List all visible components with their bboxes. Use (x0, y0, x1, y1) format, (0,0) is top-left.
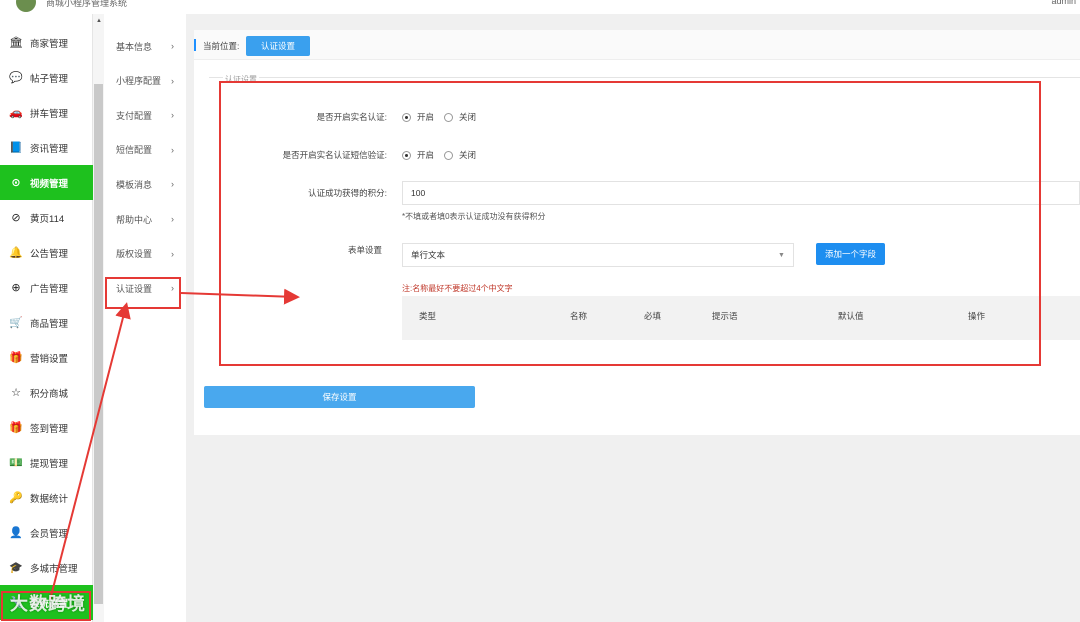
subnav-item-3[interactable]: 短信配置 › (104, 133, 186, 167)
subnav-item-label: 版权设置 (116, 249, 153, 260)
subnav-item-6[interactable]: 版权设置 › (104, 237, 186, 271)
user-name[interactable]: admin (1051, 0, 1076, 6)
sidebar-item-9[interactable]: 🎁 营销设置 (0, 340, 93, 375)
sidebar-item-1[interactable]: 💬 帖子管理 (0, 60, 93, 95)
lifebuoy-icon: ⊕ (11, 282, 21, 294)
sidebar-item-label: 商家管理 (30, 38, 69, 50)
annotation-subnav-box (105, 277, 181, 309)
bank-icon: 🏛 (9, 37, 23, 49)
chevron-right-icon: › (171, 110, 174, 121)
sidebar-item-label: 广告管理 (30, 283, 69, 295)
subnav-item-1[interactable]: 小程序配置 › (104, 64, 186, 98)
star-icon: ☆ (11, 387, 21, 399)
subnav-item-label: 支付配置 (116, 110, 153, 121)
money-icon: 💵 (9, 457, 23, 469)
gift-icon: 🎁 (9, 352, 23, 364)
sidebar-item-label: 视频管理 (30, 178, 69, 190)
sidebar-item-label: 提现管理 (30, 458, 69, 470)
compass-icon: ⊙ (11, 177, 21, 189)
sidebar-item-12[interactable]: 💵 提现管理 (0, 445, 93, 480)
scroll-thumb[interactable] (94, 84, 103, 604)
sidebar: 🏛 商家管理 💬 帖子管理 🚗 拼车管理 📘 资讯管理 ⊙ 视频管理 ⊘ 黄页114 🔔 公告管理 ⊕ 广告管… (0, 14, 93, 622)
sidebar-item-7[interactable]: ⊕ 广告管理 (0, 270, 93, 305)
gift-outline-icon: 🎁 (9, 422, 23, 434)
sidebar-item-label: 商品管理 (30, 318, 69, 330)
subnav-item-label: 帮助中心 (116, 214, 153, 225)
sidebar-item-4[interactable]: ⊙ 视频管理 (0, 165, 93, 200)
sidebar-item-label: 资讯管理 (30, 143, 69, 155)
fieldset-line (209, 77, 1080, 78)
sidebar-item-8[interactable]: 🛒 商品管理 (0, 305, 93, 340)
subnav-item-5[interactable]: 帮助中心 › (104, 202, 186, 236)
compass-outline-icon: ⊘ (11, 212, 21, 224)
breadcrumb-label: 当前位置: (203, 41, 240, 51)
chevron-right-icon: › (171, 75, 174, 86)
breadcrumb-marker (194, 39, 196, 51)
chevron-right-icon: › (171, 179, 174, 190)
chevron-right-icon: › (171, 214, 174, 224)
book-icon: 📘 (9, 142, 23, 154)
car-icon: 🚗 (9, 107, 23, 119)
sidebar-item-label: 营销设置 (30, 353, 69, 365)
logo (16, 0, 36, 12)
sidebar-item-14[interactable]: 👤 会员管理 (0, 515, 93, 550)
cart-icon: 🛒 (9, 317, 23, 329)
chevron-right-icon: › (171, 144, 174, 155)
watermark: 大数跨境 (10, 594, 86, 614)
sidebar-scrollbar[interactable]: ▲ (93, 14, 104, 622)
subnav-item-label: 基本信息 (116, 41, 153, 52)
bell-icon: 🔔 (9, 247, 23, 259)
sidebar-item-label: 签到管理 (30, 423, 69, 435)
sidebar-item-label: 拼车管理 (30, 108, 69, 120)
chevron-right-icon: › (171, 248, 174, 259)
sidebar-item-2[interactable]: 🚗 拼车管理 (0, 95, 93, 130)
sidebar-item-label: 黄页114 (30, 213, 65, 225)
sidebar-item-label: 公告管理 (30, 248, 69, 260)
sidebar-item-10[interactable]: ☆ 积分商城 (0, 375, 93, 410)
user-icon: 👤 (9, 527, 23, 539)
app-title: 商城小程序管理系统 (46, 0, 128, 8)
sidebar-item-label: 帖子管理 (30, 73, 69, 85)
subnav-item-label: 模板消息 (116, 179, 153, 190)
sidebar-item-0[interactable]: 🏛 商家管理 (0, 25, 93, 60)
sidebar-item-11[interactable]: 🎁 签到管理 (0, 410, 93, 445)
sidebar-item-label: 积分商城 (30, 388, 69, 400)
sidebar-item-15[interactable]: 🎓 多城市管理 (0, 550, 93, 585)
sidebar-item-13[interactable]: 🔑 数据统计 (0, 480, 93, 515)
subnav-item-0[interactable]: 基本信息 › (104, 29, 186, 63)
sidebar-item-6[interactable]: 🔔 公告管理 (0, 235, 93, 270)
scroll-up-icon[interactable]: ▲ (96, 18, 102, 24)
sidebar-item-label: 会员管理 (30, 528, 69, 540)
key-icon: 🔑 (9, 492, 23, 504)
sidebar-item-label: 多城市管理 (30, 563, 78, 575)
chevron-right-icon: › (171, 41, 174, 51)
breadcrumb: 当前位置: 认证设置 (194, 30, 1080, 60)
save-settings-button[interactable]: 保存设置 (204, 386, 475, 408)
comment-icon: 💬 (9, 72, 23, 84)
graduation-cap-icon: 🎓 (9, 562, 23, 574)
top-bar: 商城小程序管理系统 admin (0, 0, 1080, 14)
sidebar-item-3[interactable]: 📘 资讯管理 (0, 130, 93, 165)
annotation-form-box (219, 81, 1041, 366)
subnav-item-2[interactable]: 支付配置 › (104, 98, 186, 132)
sub-navigation: 基本信息 › 小程序配置 › 支付配置 › 短信配置 › 模板消息 › 帮助中心 › 版权设置 › 认证设置… (104, 14, 186, 622)
sidebar-item-label: 数据统计 (30, 493, 69, 505)
subnav-item-label: 短信配置 (116, 145, 153, 156)
breadcrumb-current[interactable]: 认证设置 (246, 36, 310, 56)
subnav-item-4[interactable]: 模板消息 › (104, 167, 186, 201)
sidebar-item-5[interactable]: ⊘ 黄页114 (0, 200, 93, 235)
subnav-item-label: 小程序配置 (116, 76, 162, 87)
